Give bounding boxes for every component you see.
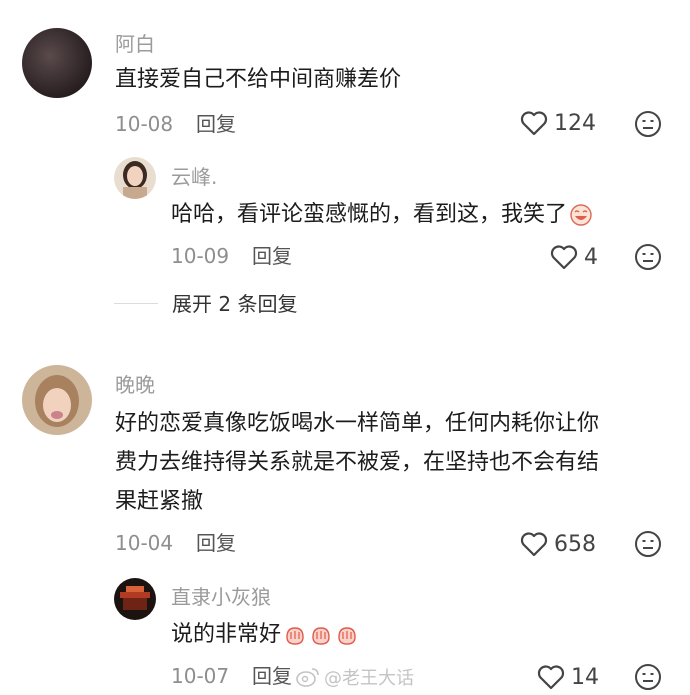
reply-text: 说的非常好 [171,622,282,647]
comment-username[interactable]: 阿白 [115,32,155,56]
unhappy-face-icon [635,244,661,270]
reply-avatar[interactable] [114,578,156,620]
dislike-button[interactable] [634,530,662,562]
reply-text: 哈哈，看评论蛮感慨的，看到这，我笑了 [171,202,568,227]
comment-text-line: 好的恋爱真像吃饭喝水一样简单，任何内耗你让你 [115,411,600,436]
reply-button[interactable]: 回复 [252,244,292,268]
reply-button[interactable]: 回复 [196,531,236,555]
peach-fist-emoji [312,626,330,645]
like-button[interactable]: 4 [550,244,598,270]
reply-date: 10-09 [171,244,230,268]
comment-username[interactable]: 晚晚 [115,373,155,397]
reply-date: 10-07 [171,664,230,688]
dislike-button[interactable] [634,110,662,142]
avatar[interactable] [22,28,92,98]
heart-outline-icon [520,111,548,136]
like-count: 14 [571,664,599,690]
like-count: 124 [554,110,596,136]
weibo-logo-icon [296,668,319,687]
watermark-text: @老王大话 [324,668,414,689]
peach-fist-emoji [338,626,356,645]
avatar-image [114,578,156,620]
heart-outline-icon [537,665,565,690]
like-button[interactable]: 124 [520,110,596,136]
watermark: @老王大话 [296,664,414,690]
comment-date: 10-08 [115,112,174,136]
like-button[interactable]: 658 [520,531,596,557]
avatar[interactable] [22,365,92,435]
reply-button[interactable]: 回复 [196,112,236,136]
reply-text-row: 哈哈，看评论蛮感慨的，看到这，我笑了 [171,196,593,233]
reply-username[interactable]: 直隶小灰狼 [171,585,271,609]
expand-replies-button[interactable]: 展开 2 条回复 [172,292,297,316]
unhappy-face-icon [635,531,661,557]
unhappy-face-icon [635,111,661,137]
like-count: 4 [584,244,598,270]
heart-outline-icon [550,245,578,270]
reply-username[interactable]: 云峰. [171,165,217,189]
comment-text-line: 果赶紧撤 [115,489,204,514]
reply-avatar[interactable] [114,157,156,199]
comment-text-line: 费力去维持得关系就是不被爱，在坚持也不会有结 [115,450,600,475]
avatar-image [22,365,92,435]
unhappy-face-icon [635,664,661,690]
like-button[interactable]: 14 [537,664,599,690]
avatar-image [22,28,92,98]
divider [114,303,158,304]
comment-date: 10-04 [115,531,174,555]
laughing-face-emoji [570,203,592,226]
dislike-button[interactable] [634,663,662,695]
comment-text: 直接爱自己不给中间商赚差价 [115,67,402,92]
heart-outline-icon [520,532,548,557]
peach-fist-emoji [286,626,304,645]
reply-button[interactable]: 回复 [252,664,292,688]
reply-text-row: 说的非常好 [171,616,359,653]
like-count: 658 [554,531,596,557]
dislike-button[interactable] [634,243,662,275]
avatar-image [114,157,156,199]
